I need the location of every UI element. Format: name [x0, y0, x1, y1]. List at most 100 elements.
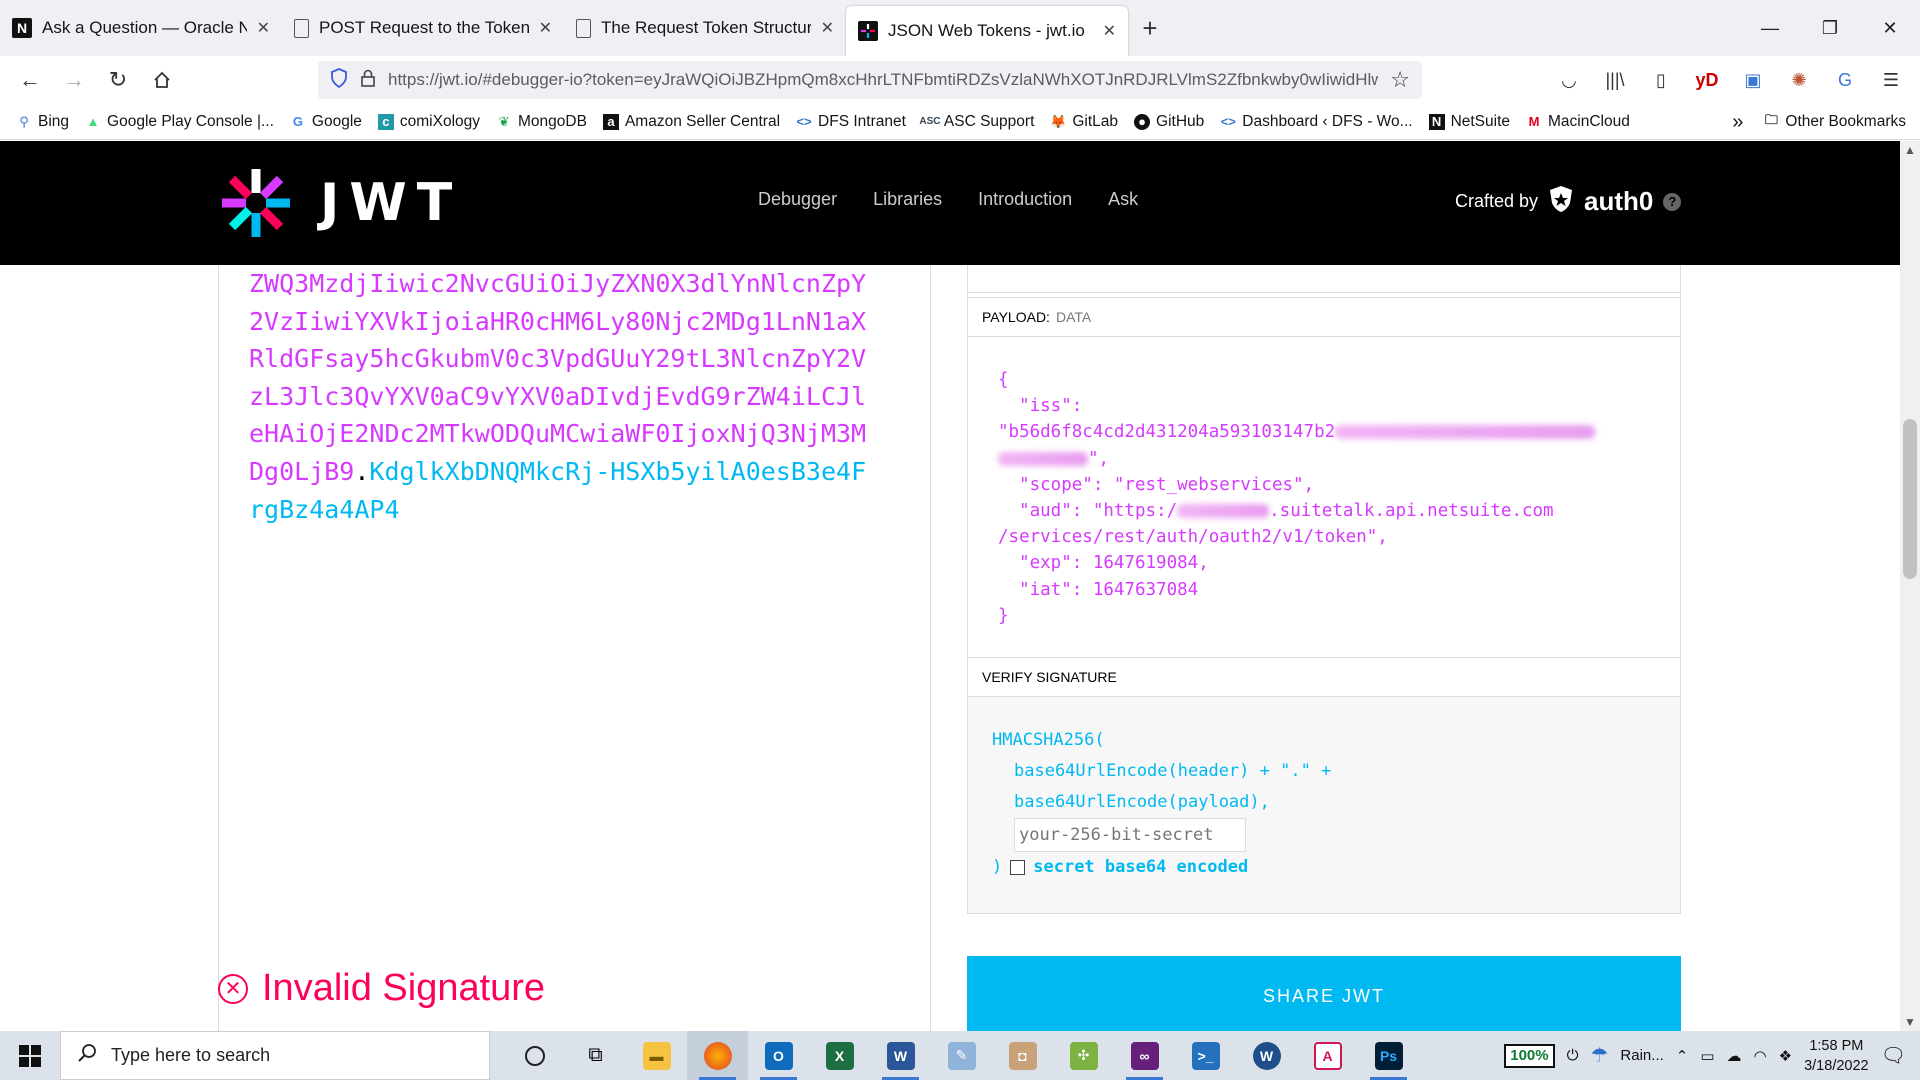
weather-text[interactable]: Rain...: [1620, 1047, 1663, 1064]
secret-input[interactable]: [1014, 818, 1246, 853]
new-tab-button[interactable]: +: [1128, 0, 1172, 56]
restore-icon[interactable]: ❐: [1800, 0, 1860, 56]
bookmarks-overflow: » 🗀 Other Bookmarks: [1732, 104, 1906, 140]
tab-jwt-io[interactable]: JSON Web Tokens - jwt.io ✕: [846, 6, 1128, 56]
bookmark-netsuite[interactable]: N NetSuite: [1428, 113, 1510, 131]
payload-editor[interactable]: { "iss": "b56d6f8c4cd2d431204a593103147b…: [968, 337, 1680, 657]
extension-icon[interactable]: ✺: [1780, 62, 1818, 98]
shield-icon[interactable]: [330, 67, 348, 93]
chevron-up-icon[interactable]: ⌃: [1676, 1047, 1689, 1065]
visual-studio-icon[interactable]: ∞: [1114, 1031, 1175, 1080]
yd-extension-icon[interactable]: yD: [1688, 62, 1726, 98]
word-icon[interactable]: W: [870, 1031, 931, 1080]
bookmark-asc-support[interactable]: ASC ASC Support: [919, 113, 1034, 131]
outlook-icon[interactable]: O: [748, 1031, 809, 1080]
jwt-logo[interactable]: JWT: [218, 165, 462, 241]
back-arrow-icon[interactable]: ←: [8, 60, 52, 100]
star-icon[interactable]: ☆: [1390, 67, 1410, 93]
nav-introduction[interactable]: Introduction: [978, 189, 1072, 210]
close-tab-icon[interactable]: ✕: [539, 18, 552, 38]
app-icon[interactable]: ◘: [992, 1031, 1053, 1080]
bookmark-other-folder[interactable]: 🗀 Other Bookmarks: [1763, 112, 1906, 131]
tab-netsuite-question[interactable]: N Ask a Question — Oracle NetSu ✕: [0, 0, 282, 56]
bookmark-google-play[interactable]: ▲ Google Play Console |...: [85, 113, 274, 131]
cortana-icon[interactable]: [504, 1031, 565, 1080]
notification-icon[interactable]: 🗨: [1881, 1043, 1906, 1068]
system-tray: 100% ⏻ ☂ Rain... ⌃ ▭ ☁ ◠ ❖ 1:58 PM 3/18/…: [1504, 1031, 1920, 1080]
bookmark-bing[interactable]: ⚲ Bing: [16, 113, 69, 131]
nav-ask[interactable]: Ask: [1108, 189, 1138, 210]
firefox-icon[interactable]: [687, 1031, 748, 1080]
payload-encode-line: base64UrlEncode(payload),: [1014, 792, 1270, 813]
share-jwt-button[interactable]: SHARE JWT: [967, 956, 1681, 1031]
bookmark-google[interactable]: G Google: [290, 113, 362, 131]
cloud-icon[interactable]: ☁: [1727, 1047, 1742, 1065]
minimize-icon[interactable]: —: [1740, 0, 1800, 56]
library-icon[interactable]: |||\: [1596, 62, 1634, 98]
encoded-token-text[interactable]: ZWQ3MzdjIiwic2NvcGUiOiJyZXN0X3dlYnNlcnZp…: [249, 265, 879, 528]
forward-arrow-icon[interactable]: →: [52, 60, 96, 100]
scroll-down-arrow-icon[interactable]: ▼: [1900, 1015, 1920, 1029]
bookmark-dfs-intranet[interactable]: <> DFS Intranet: [796, 113, 905, 131]
taskbar-search[interactable]: Type here to search: [60, 1031, 490, 1080]
sidebar-icon[interactable]: ▯: [1642, 62, 1680, 98]
menu-icon[interactable]: ☰: [1872, 62, 1910, 98]
photoshop-icon[interactable]: Ps: [1358, 1031, 1419, 1080]
reload-icon[interactable]: ↻: [96, 60, 140, 100]
help-icon[interactable]: ?: [1663, 192, 1682, 211]
close-window-icon[interactable]: ✕: [1860, 0, 1920, 56]
wifi-icon[interactable]: ◠: [1754, 1047, 1767, 1065]
payload-section-header: PAYLOAD: DATA: [968, 297, 1680, 337]
tab-request-token-structure[interactable]: The Request Token Structure ✕: [564, 0, 846, 56]
jwt-logo-icon: [222, 169, 290, 237]
translate-icon[interactable]: G: [1826, 62, 1864, 98]
dropbox-icon[interactable]: ❖: [1779, 1047, 1792, 1065]
battery-icon[interactable]: ▭: [1700, 1047, 1714, 1065]
windows-start-button[interactable]: [0, 1031, 60, 1080]
close-tab-icon[interactable]: ✕: [1103, 21, 1116, 41]
bookmark-dashboard-dfs[interactable]: <> Dashboard ‹ DFS - Wo...: [1220, 113, 1413, 131]
bookmark-gitlab[interactable]: 🦊 GitLab: [1050, 113, 1118, 131]
bookmark-comixology[interactable]: c comiXology: [377, 113, 480, 131]
bookmark-amazon[interactable]: a Amazon Seller Central: [602, 113, 780, 131]
notepad-icon[interactable]: ✎: [931, 1031, 992, 1080]
url-text[interactable]: https://jwt.io/#debugger-io?token=eyJraW…: [388, 70, 1378, 90]
base64-checkbox-label[interactable]: secret base64 encoded: [1033, 852, 1248, 883]
chevron-double-right-icon[interactable]: »: [1732, 111, 1743, 134]
excel-icon[interactable]: X: [809, 1031, 870, 1080]
close-tab-icon[interactable]: ✕: [821, 18, 834, 38]
battery-indicator[interactable]: 100%: [1504, 1043, 1555, 1068]
page-scrollbar[interactable]: ▲ ▼: [1900, 141, 1920, 1031]
encoded-panel[interactable]: ZWQ3MzdjIiwic2NvcGUiOiJyZXN0X3dlYnNlcnZp…: [218, 265, 931, 1031]
encoded-dot: .: [354, 456, 370, 486]
bookmark-github[interactable]: ● GitHub: [1134, 113, 1204, 131]
extension-icon[interactable]: ▣: [1734, 62, 1772, 98]
base64-checkbox[interactable]: [1010, 860, 1026, 876]
scroll-up-arrow-icon[interactable]: ▲: [1900, 143, 1920, 157]
app-icon[interactable]: ✣: [1053, 1031, 1114, 1080]
tab-post-request[interactable]: POST Request to the Token End ✕: [282, 0, 564, 56]
lock-icon[interactable]: [360, 69, 376, 92]
powershell-icon[interactable]: >_: [1175, 1031, 1236, 1080]
crafted-by-auth0[interactable]: Crafted by auth0 ?: [1455, 185, 1682, 218]
nav-debugger[interactable]: Debugger: [758, 189, 837, 210]
pocket-icon[interactable]: ◡: [1550, 62, 1588, 98]
app-icon[interactable]: W: [1236, 1031, 1297, 1080]
file-explorer-icon[interactable]: ▬: [626, 1031, 687, 1080]
search-icon: ⚲: [19, 113, 29, 129]
taskbar-apps: ⧉ ▬ O X W ✎ ◘ ✣ ∞ >_ W A Ps: [504, 1031, 1419, 1080]
close-tab-icon[interactable]: ✕: [257, 18, 270, 38]
leaf-icon: ❦: [498, 113, 510, 129]
acrobat-icon[interactable]: A: [1297, 1031, 1358, 1080]
bookmark-macincloud[interactable]: M MacinCloud: [1526, 113, 1630, 131]
site-nav: Debugger Libraries Introduction Ask: [758, 189, 1138, 210]
iss-value-end: ",: [1088, 448, 1110, 469]
address-bar[interactable]: https://jwt.io/#debugger-io?token=eyJraW…: [318, 61, 1422, 99]
bookmark-mongodb[interactable]: ❦ MongoDB: [496, 113, 587, 131]
home-icon[interactable]: [140, 60, 184, 100]
task-view-icon[interactable]: ⧉: [565, 1031, 626, 1080]
scrollbar-thumb[interactable]: [1903, 419, 1917, 579]
clock[interactable]: 1:58 PM 3/18/2022: [1804, 1036, 1869, 1076]
aud-suffix: .suitetalk.api.netsuite.com: [1269, 501, 1554, 522]
nav-libraries[interactable]: Libraries: [873, 189, 942, 210]
